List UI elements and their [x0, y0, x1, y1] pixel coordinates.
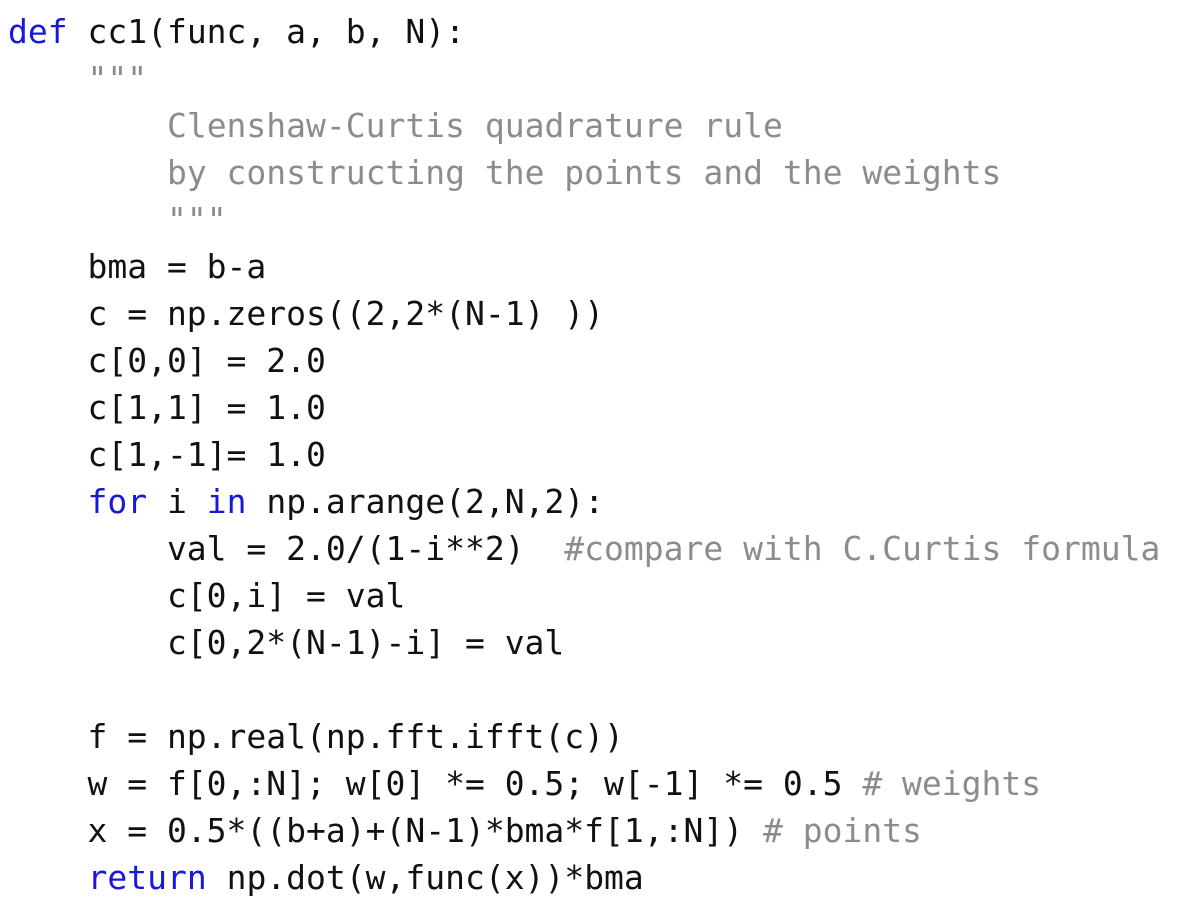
docstring-token: """	[166, 200, 227, 239]
code-line: val = 2.0/(1-i**2) #compare with C.Curti…	[8, 525, 1160, 572]
code-token: bma = b-a	[8, 247, 267, 286]
code-line: """	[8, 55, 1160, 102]
code-line: c[1,-1]= 1.0	[8, 431, 1160, 478]
code-line: by constructing the points and the weigh…	[8, 149, 1160, 196]
code-line: Clenshaw-Curtis quadrature rule	[8, 102, 1160, 149]
code-line: c[0,2*(N-1)-i] = val	[8, 619, 1160, 666]
code-token: val = 2.0/(1-i**2)	[8, 529, 565, 568]
code-line: c = np.zeros((2,2*(N-1) ))	[8, 290, 1160, 337]
code-token: np.arange(2,N,2):	[246, 482, 605, 521]
comment-token: # weights	[862, 764, 1042, 803]
keyword-token: def	[8, 12, 68, 51]
code-line: def cc1(func, a, b, N):	[8, 8, 1160, 55]
keyword-token: in	[206, 482, 247, 521]
code-token: cc1(func, a, b, N):	[67, 12, 465, 51]
code-token: c = np.zeros((2,2*(N-1) ))	[8, 294, 605, 333]
code-token: c[0,i] = val	[8, 576, 406, 615]
code-token: f = np.real(np.fft.ifft(c))	[8, 717, 624, 756]
code-line: c[1,1] = 1.0	[8, 384, 1160, 431]
code-token: np.dot(w,func(x))*bma	[206, 858, 644, 897]
code-line: x = 0.5*((b+a)+(N-1)*bma*f[1,:N]) # poin…	[8, 807, 1160, 854]
code-line: """	[8, 196, 1160, 243]
code-token: w = f[0,:N]; w[0] *= 0.5; w[-1] *= 0.5	[8, 764, 863, 803]
code-line: f = np.real(np.fft.ifft(c))	[8, 713, 1160, 760]
code-line: return np.dot(w,func(x))*bma	[8, 854, 1160, 901]
code-block: def cc1(func, a, b, N): """ Clenshaw-Cur…	[8, 8, 1160, 901]
keyword-token: return	[87, 858, 207, 897]
code-token: c[0,2*(N-1)-i] = val	[8, 623, 565, 662]
code-line: for i in np.arange(2,N,2):	[8, 478, 1160, 525]
code-token: i	[147, 482, 207, 521]
code-line: w = f[0,:N]; w[0] *= 0.5; w[-1] *= 0.5 #…	[8, 760, 1160, 807]
docstring-token: """	[87, 59, 148, 98]
code-line: c[0,0] = 2.0	[8, 337, 1160, 384]
code-line: bma = b-a	[8, 243, 1160, 290]
code-token: c[1,1] = 1.0	[8, 388, 326, 427]
code-token: c[0,0] = 2.0	[8, 341, 326, 380]
code-line: c[0,i] = val	[8, 572, 1160, 619]
docstring-token: by constructing the points and the weigh…	[166, 153, 1002, 192]
code-token: c[1,-1]= 1.0	[8, 435, 326, 474]
keyword-token: for	[87, 482, 148, 521]
comment-token: # points	[762, 811, 922, 850]
comment-token: #compare with C.Curtis formula	[564, 529, 1161, 568]
code-token: x = 0.5*((b+a)+(N-1)*bma*f[1,:N])	[8, 811, 763, 850]
docstring-token: Clenshaw-Curtis quadrature rule	[166, 106, 783, 145]
